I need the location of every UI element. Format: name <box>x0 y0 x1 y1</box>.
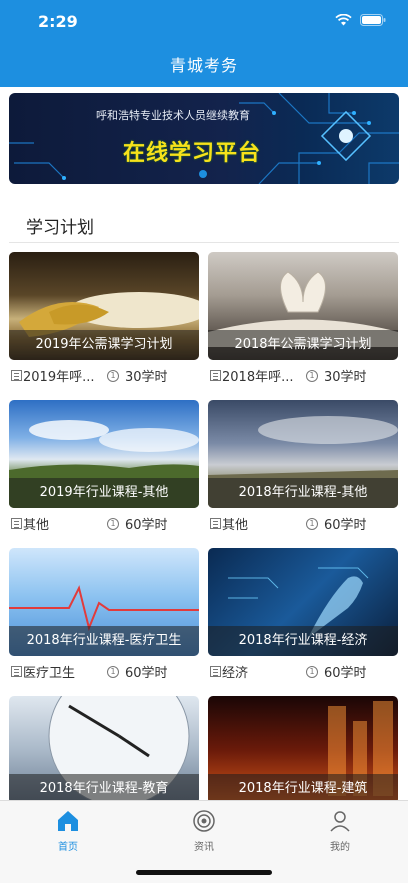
wifi-icon <box>335 14 352 26</box>
plan-card[interactable]: 2018年公需课学习计划 2018年呼... 1 30学时 <box>208 252 398 386</box>
page-title: 青城考务 <box>169 56 238 75</box>
plan-card[interactable]: 2018年行业课程-经济 经济 1 60学时 <box>208 548 398 682</box>
home-icon <box>58 811 78 831</box>
tab-home[interactable]: 首页 <box>18 809 118 853</box>
list-icon <box>210 518 221 529</box>
tab-news-label: 资讯 <box>194 842 214 853</box>
section-divider <box>9 242 399 243</box>
card-hours: 60学时 <box>125 666 168 681</box>
banner-subtitle: 呼和浩特专业技术人员继续教育 <box>96 109 250 122</box>
card-category: 其他 <box>23 518 50 533</box>
card-title: 2018年公需课学习计划 <box>208 330 398 360</box>
card-title: 2018年行业课程-医疗卫生 <box>9 626 199 656</box>
clock-icon: 1 <box>306 665 318 678</box>
list-icon <box>11 666 22 677</box>
news-icon <box>193 810 215 832</box>
plan-card[interactable]: 2019年行业课程-其他 其他 1 60学时 <box>9 400 199 534</box>
tab-news[interactable]: 资讯 <box>154 809 254 853</box>
plan-card[interactable]: 2018年行业课程-医疗卫生 医疗卫生 1 60学时 <box>9 548 199 682</box>
plan-card[interactable]: 2018年行业课程-建筑 <box>208 696 398 804</box>
card-title: 2019年行业课程-其他 <box>9 478 199 508</box>
card-thumbnail: 2018年行业课程-其他 <box>208 400 398 508</box>
card-meta: 2018年呼... 1 30学时 <box>208 362 398 386</box>
card-thumbnail: 2019年行业课程-其他 <box>9 400 199 508</box>
card-category: 2018年呼... <box>222 370 294 385</box>
app-screen: 2:29 青城考务 呼和浩特专业技术人员继续教育 在线学习平台 学习计划 201… <box>0 0 408 883</box>
list-icon <box>210 370 221 381</box>
tab-profile[interactable]: 我的 <box>290 809 390 853</box>
banner-page-indicator <box>199 170 207 178</box>
card-hours: 30学时 <box>125 370 168 385</box>
list-icon <box>210 666 221 677</box>
card-hours: 30学时 <box>324 370 367 385</box>
card-thumbnail: 2018年行业课程-教育 <box>9 696 199 804</box>
battery-icon <box>360 14 386 26</box>
list-icon <box>11 370 22 381</box>
home-indicator <box>136 870 272 875</box>
header-bar: 2:29 青城考务 <box>0 0 408 87</box>
status-bar: 2:29 <box>0 0 408 44</box>
card-title: 2018年行业课程-经济 <box>208 626 398 656</box>
card-category: 医疗卫生 <box>23 666 76 681</box>
card-thumbnail: 2018年行业课程-经济 <box>208 548 398 656</box>
card-thumbnail: 2018年行业课程-建筑 <box>208 696 398 804</box>
plan-card[interactable]: 2018年行业课程-教育 <box>9 696 199 804</box>
list-icon <box>11 518 22 529</box>
card-meta: 其他 1 60学时 <box>9 510 199 534</box>
clock-icon: 1 <box>107 665 119 678</box>
card-thumbnail: 2018年公需课学习计划 <box>208 252 398 360</box>
banner-headline: 在线学习平台 <box>123 141 262 166</box>
card-hours: 60学时 <box>324 518 367 533</box>
card-category: 2019年呼... <box>23 370 95 385</box>
tab-profile-label: 我的 <box>330 842 350 853</box>
clock-icon: 1 <box>107 369 119 382</box>
card-meta: 其他 1 60学时 <box>208 510 398 534</box>
card-category: 其他 <box>222 518 249 533</box>
clock-icon: 1 <box>306 369 318 382</box>
card-title: 2019年公需课学习计划 <box>9 330 199 360</box>
card-meta: 2019年呼... 1 30学时 <box>9 362 199 386</box>
clock-icon: 1 <box>107 517 119 530</box>
profile-icon <box>330 811 350 832</box>
card-hours: 60学时 <box>324 666 367 681</box>
status-icons <box>335 14 386 26</box>
card-thumbnail: 2019年公需课学习计划 <box>9 252 199 360</box>
card-hours: 60学时 <box>125 518 168 533</box>
card-meta: 医疗卫生 1 60学时 <box>9 658 199 682</box>
plan-card[interactable]: 2019年公需课学习计划 2019年呼... 1 30学时 <box>9 252 199 386</box>
card-category: 经济 <box>222 666 249 681</box>
card-thumbnail: 2018年行业课程-医疗卫生 <box>9 548 199 656</box>
plan-card[interactable]: 2018年行业课程-其他 其他 1 60学时 <box>208 400 398 534</box>
tab-home-label: 首页 <box>58 842 78 853</box>
status-time: 2:29 <box>38 12 78 31</box>
card-meta: 经济 1 60学时 <box>208 658 398 682</box>
card-title: 2018年行业课程-其他 <box>208 478 398 508</box>
clock-icon: 1 <box>306 517 318 530</box>
section-title: 学习计划 <box>26 218 94 238</box>
